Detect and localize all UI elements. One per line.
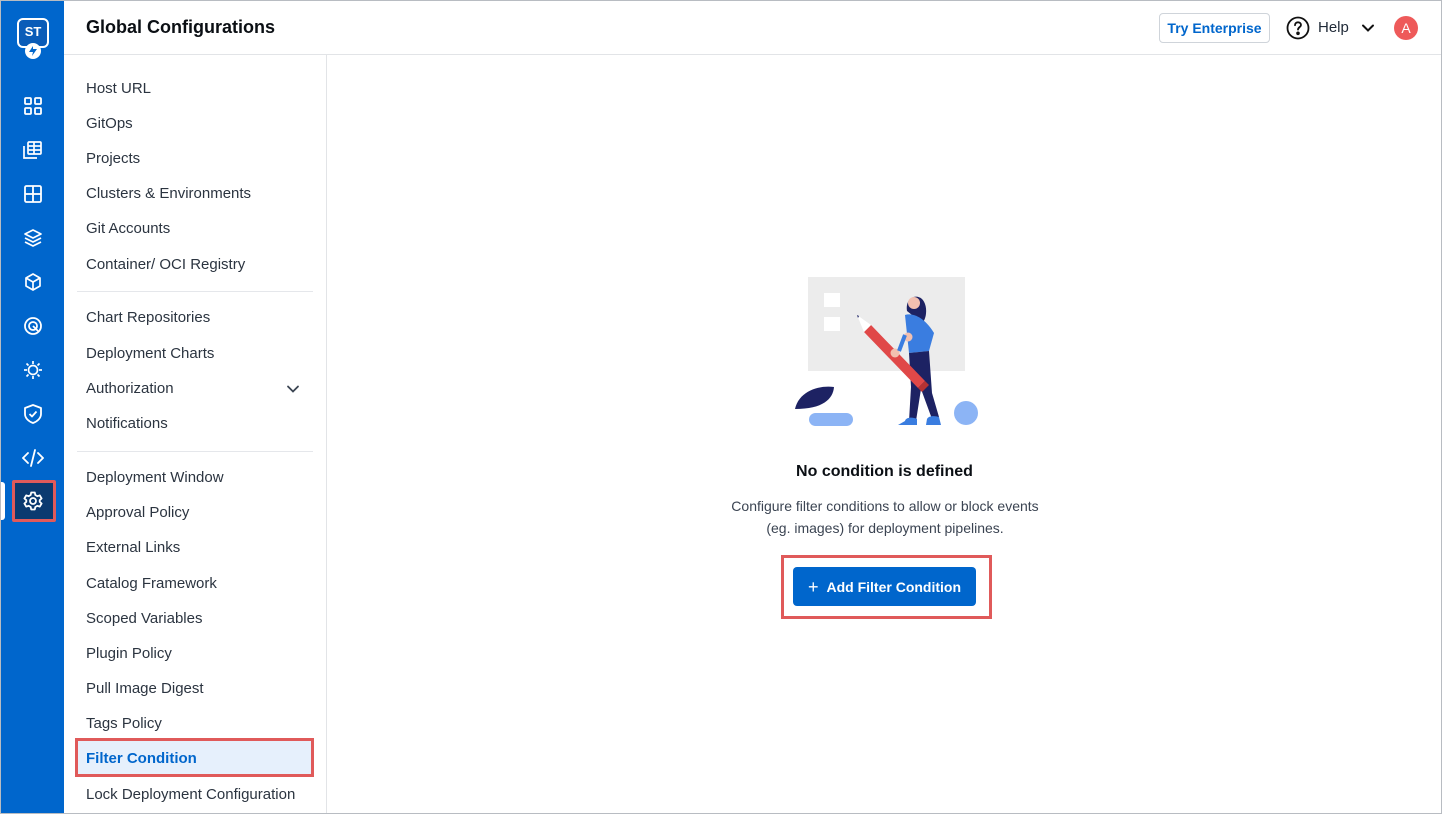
bug-icon[interactable] <box>22 359 44 381</box>
add-filter-condition-label: Add Filter Condition <box>826 578 962 595</box>
app-groups-icon[interactable] <box>22 139 44 161</box>
nav-item-deployment-window[interactable]: Deployment Window <box>86 469 224 486</box>
app-window: ST Global Configurations Try Enterprise … <box>0 0 1442 814</box>
nav-item-plugin-policy[interactable]: Plugin Policy <box>86 645 172 662</box>
help-icon[interactable] <box>1286 16 1310 40</box>
apps-grid-icon[interactable] <box>22 95 44 117</box>
resource-browser-icon[interactable] <box>22 183 44 205</box>
package-cube-icon[interactable] <box>22 271 44 293</box>
nav-item-container-registry[interactable]: Container/ OCI Registry <box>86 256 245 273</box>
empty-state-title: No condition is defined <box>796 463 973 480</box>
top-header: Global Configurations Try Enterprise Hel… <box>64 1 1441 55</box>
nav-item-host-url[interactable]: Host URL <box>86 80 151 97</box>
nav-item-clusters-environments[interactable]: Clusters & Environments <box>86 185 251 202</box>
icon-rail: ST <box>1 1 64 813</box>
nav-item-catalog-framework[interactable]: Catalog Framework <box>86 575 217 592</box>
logo-badge-icon <box>25 43 41 59</box>
active-indicator <box>1 482 5 520</box>
nav-item-pull-image-digest[interactable]: Pull Image Digest <box>86 680 204 697</box>
chevron-down-icon[interactable] <box>286 382 300 401</box>
chevron-down-icon[interactable] <box>1361 21 1375 40</box>
nav-divider <box>77 451 313 452</box>
page-title: Global Configurations <box>86 17 275 37</box>
try-enterprise-button[interactable]: Try Enterprise <box>1159 13 1270 43</box>
plus-icon: + <box>807 576 819 597</box>
nav-item-external-links[interactable]: External Links <box>86 539 180 556</box>
help-menu-label[interactable]: Help <box>1318 19 1349 36</box>
nav-item-authorization[interactable]: Authorization <box>86 380 174 397</box>
gear-icon[interactable] <box>22 490 44 512</box>
main-content: No condition is defined Configure filter… <box>328 55 1441 813</box>
settings-nav: Host URL GitOps Projects Clusters & Envi… <box>64 55 327 813</box>
add-filter-condition-button[interactable]: + Add Filter Condition <box>793 567 976 606</box>
user-avatar[interactable]: A <box>1394 16 1418 40</box>
nav-item-gitops[interactable]: GitOps <box>86 115 133 132</box>
nav-item-notifications[interactable]: Notifications <box>86 415 168 432</box>
empty-state-illustration <box>793 275 993 440</box>
security-scan-icon[interactable] <box>22 315 44 337</box>
stack-layers-icon[interactable] <box>22 227 44 249</box>
empty-state-description: Configure filter conditions to allow or … <box>731 498 1039 536</box>
nav-item-lock-deployment-configuration[interactable]: Lock Deployment Configuration <box>86 786 295 803</box>
nav-item-approval-policy[interactable]: Approval Policy <box>86 504 189 521</box>
nav-item-scoped-variables[interactable]: Scoped Variables <box>86 610 202 627</box>
nav-item-chart-repositories[interactable]: Chart Repositories <box>86 309 210 326</box>
code-icon[interactable] <box>22 447 44 469</box>
nav-item-filter-condition-label[interactable]: Filter Condition <box>86 750 197 767</box>
nav-item-tags-policy[interactable]: Tags Policy <box>86 715 162 732</box>
shield-check-icon[interactable] <box>22 403 44 425</box>
nav-item-git-accounts[interactable]: Git Accounts <box>86 220 170 237</box>
nav-item-projects[interactable]: Projects <box>86 150 140 167</box>
nav-item-deployment-charts[interactable]: Deployment Charts <box>86 345 214 362</box>
nav-divider <box>77 291 313 292</box>
